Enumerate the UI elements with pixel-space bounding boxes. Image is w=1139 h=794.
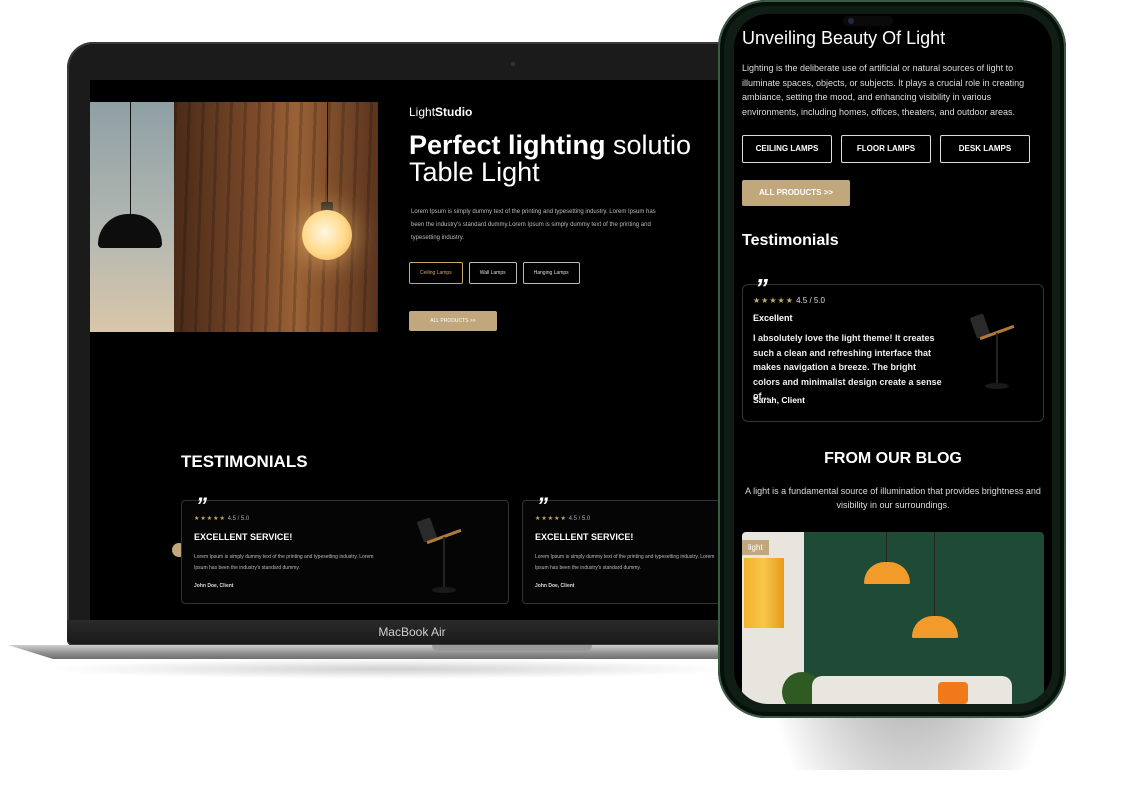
testimonial-author: John Doe, Client [194, 583, 234, 589]
rating-value: 4.5 / 5.0 [568, 516, 591, 522]
laptop-screen: LightStudio Perfect lighting solutio Tab… [90, 80, 750, 622]
blog-image-cord [934, 532, 935, 616]
testimonial-body: I absolutely love the light theme! It cr… [753, 333, 942, 401]
testimonial-heading: Excellent [753, 313, 793, 323]
blog-image-sofa [812, 676, 1012, 704]
laptop-chin: MacBook Air [67, 620, 757, 644]
rating-value: 4.5 / 5.0 [227, 516, 250, 522]
blog-description: A light is a fundamental source of illum… [745, 486, 1041, 510]
pill-wall-lamps[interactable]: Wall Lamps [468, 262, 517, 284]
hero-title: Perfect lighting solutio Table Light [409, 132, 750, 186]
testimonial-heading: EXCELLENT SERVICE! [535, 532, 634, 542]
rating: ★★★★★ 4.5 / 5.0 [753, 296, 825, 305]
phone-categories: CEILING LAMPS FLOOR LAMPS DESK LAMPS [742, 135, 1030, 163]
rating-value: 4.5 / 5.0 [796, 296, 826, 305]
star-icon: ★★★★★ [194, 516, 226, 522]
pendant-cord [327, 102, 328, 202]
ceiling-lamps-button[interactable]: CEILING LAMPS [742, 135, 832, 163]
phone-testimonial-card: ” ★★★★★ 4.5 / 5.0 Excellent I absolutely… [742, 273, 1044, 422]
testimonials-heading: TESTIMONIALS [181, 452, 308, 471]
star-icon: ★★★★★ [753, 296, 794, 305]
hero-title-rest: solutio [605, 130, 692, 160]
desk-lamp-image [965, 309, 1025, 389]
laptop-camera [511, 62, 515, 66]
blog-image-artwork [744, 558, 784, 628]
brand-logo[interactable]: LightStudio [409, 105, 472, 119]
laptop-notch [432, 645, 592, 651]
laptop-model-label: MacBook Air [378, 625, 446, 639]
front-camera [848, 18, 854, 24]
laptop-shadow [40, 659, 740, 679]
star-icon: ★★★★★ [535, 516, 567, 522]
laptop-base [8, 645, 758, 659]
testimonial-body: Lorem Ipsum is simply dummy text of the … [194, 554, 374, 571]
blog-image-cord [886, 532, 887, 562]
brand-light: Light [409, 105, 436, 119]
blog-tag: light [742, 540, 769, 555]
hero-title-line2: Table Light [409, 157, 540, 187]
blog-image-pillow [938, 682, 968, 704]
pill-hanging-lamps[interactable]: Hanging Lamps [522, 262, 580, 284]
phone-screen: Unveiling Beauty Of Light Lighting is th… [734, 14, 1052, 704]
testimonial-author: John Doe, Client [535, 583, 575, 589]
testimonial-card: ” ★★★★★ 4.5 / 5.0 EXCELLENT SERVICE! Lor… [181, 493, 509, 604]
phone-description: Lighting is the deliberate use of artifi… [742, 63, 1025, 117]
pendant-cord [130, 102, 131, 214]
testimonial-author: Sarah, Client [753, 395, 805, 405]
globe-lamp [302, 210, 352, 260]
brand-studio: Studio [435, 105, 473, 119]
testimonial-body: Lorem Ipsum is simply dummy text of the … [535, 554, 715, 571]
blog-image[interactable]: light [742, 532, 1044, 704]
rating: ★★★★★ 4.5 / 5.0 [194, 515, 249, 522]
testimonial-card: ” ★★★★★ 4.5 / 5.0 EXCELLENT SERVICE! Lor… [522, 493, 750, 604]
hero-image-wood-wall [174, 102, 378, 332]
blog-heading: FROM OUR BLOG [824, 450, 962, 467]
phone-title: Unveiling Beauty Of Light [742, 28, 946, 48]
desk-lamp-image [412, 513, 472, 593]
rating: ★★★★★ 4.5 / 5.0 [535, 515, 590, 522]
pill-ceiling-lamps[interactable]: Ceiling Lamps [409, 262, 463, 284]
category-pills: Ceiling Lamps Wall Lamps Hanging Lamps [409, 262, 580, 284]
hero-text: Lorem Ipsum is simply dummy text of the … [411, 209, 656, 241]
phone-all-products-button[interactable]: ALL PRODUCTS >> [742, 180, 850, 206]
hero-image [90, 102, 378, 332]
testimonial-heading: EXCELLENT SERVICE! [194, 532, 293, 542]
desk-lamps-button[interactable]: DESK LAMPS [940, 135, 1030, 163]
floor-lamps-button[interactable]: FLOOR LAMPS [841, 135, 931, 163]
all-products-button[interactable]: ALL PRODUCTS >> [409, 311, 497, 331]
phone-testimonials-heading: Testimonials [742, 232, 839, 249]
hero-title-strong: Perfect lighting [409, 130, 606, 160]
